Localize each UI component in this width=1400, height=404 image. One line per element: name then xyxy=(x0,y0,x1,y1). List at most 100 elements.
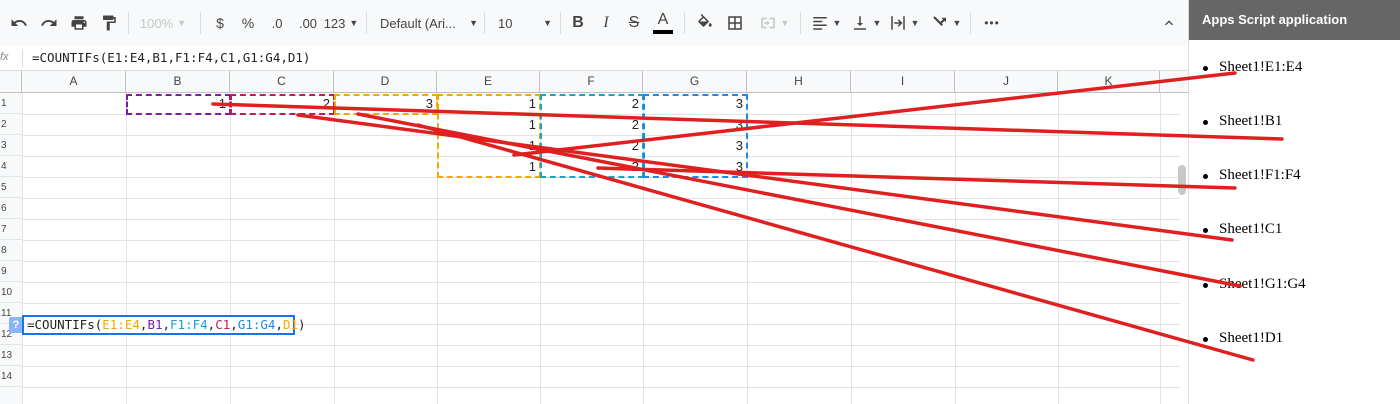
column-header-k[interactable]: K xyxy=(1058,71,1160,92)
zoom-select[interactable]: 100% ▼ xyxy=(134,8,192,38)
editor-function: =COUNTIFs( xyxy=(27,317,103,332)
select-all-corner[interactable] xyxy=(0,71,22,92)
spreadsheet-grid: ABCDEFGHIJK 1 2 3 4 5 6 7 8 9 10 11 12 13 14 12312312… xyxy=(0,71,1188,404)
formula-help-icon[interactable]: ? xyxy=(9,317,23,333)
editor-arg-criterion: B1 xyxy=(147,317,163,332)
increase-decimal-label: .00 xyxy=(298,15,318,31)
row-header-3[interactable]: 3 xyxy=(0,135,22,156)
row-header-7[interactable]: 7 xyxy=(0,219,22,240)
grid-row-line xyxy=(22,198,1180,199)
row-header-2[interactable]: 2 xyxy=(0,114,22,135)
increase-decimal-button[interactable]: .00 xyxy=(294,8,322,38)
row-header-8[interactable]: 8 xyxy=(0,240,22,261)
horizontal-align-icon[interactable]: ▼ xyxy=(808,8,844,38)
vertical-align-icon[interactable]: ▼ xyxy=(848,8,884,38)
row-header-14[interactable]: 14 xyxy=(0,366,22,387)
row-header-4[interactable]: 4 xyxy=(0,156,22,177)
column-header-b[interactable]: B xyxy=(126,71,230,92)
editor-arg-range: E1:E4 xyxy=(102,317,140,332)
grid-row-line xyxy=(22,387,1180,388)
toolbar: 100% ▼ $ % .0 .00 123 ▼ Default (Ari... … xyxy=(0,0,1188,47)
sidebar-item[interactable]: Sheet1!G1:G4 xyxy=(1203,276,1306,293)
toolbar-divider xyxy=(800,12,801,34)
number-format-label: 123 xyxy=(323,15,346,31)
percent-label: % xyxy=(241,15,255,31)
chevron-down-icon: ▼ xyxy=(832,18,842,28)
formula-input[interactable]: =COUNTIFs(E1:E4,B1,F1:F4,C1,G1:G4,D1) xyxy=(32,48,310,68)
row-header-6[interactable]: 6 xyxy=(0,198,22,219)
number-format-button[interactable]: 123 ▼ xyxy=(323,8,359,38)
bold-button[interactable]: B xyxy=(566,8,590,38)
column-headers: ABCDEFGHIJK xyxy=(0,71,1188,93)
grid-column-line xyxy=(955,93,956,404)
fx-icon: fx xyxy=(0,46,14,70)
print-icon[interactable] xyxy=(66,8,92,38)
text-wrap-icon[interactable]: ▼ xyxy=(886,8,922,38)
editor-arg-criterion: C1 xyxy=(215,317,231,332)
toolbar-divider xyxy=(128,12,129,34)
range-highlight-f1-f4 xyxy=(540,94,644,178)
chevron-down-icon: ▼ xyxy=(177,18,187,28)
range-highlight-c1 xyxy=(230,94,335,115)
sidebar-item[interactable]: Sheet1!F1:F4 xyxy=(1203,167,1301,184)
grid-column-line xyxy=(230,93,231,404)
cell-editor[interactable]: =COUNTIFs(E1:E4,B1,F1:F4,C1,G1:G4,D1) xyxy=(22,315,306,335)
row-header-9[interactable]: 9 xyxy=(0,261,22,282)
chevron-down-icon: ▼ xyxy=(469,18,478,28)
grid-row-line xyxy=(22,282,1180,283)
sidebar-item[interactable]: Sheet1!B1 xyxy=(1202,113,1282,130)
decrease-decimal-button[interactable]: .0 xyxy=(264,8,290,38)
sidebar-title: Apps Script application xyxy=(1189,0,1400,40)
editor-comma: , xyxy=(275,317,283,332)
font-select[interactable]: Default (Ari... ▼ xyxy=(380,8,478,38)
column-header-j[interactable]: J xyxy=(955,71,1058,92)
text-rotation-icon[interactable]: ▼ xyxy=(926,8,966,38)
sidebar-item[interactable]: Sheet1!C1 xyxy=(1202,221,1282,238)
italic-button[interactable]: I xyxy=(594,8,618,38)
grid-row-line xyxy=(22,345,1180,346)
fill-color-icon[interactable] xyxy=(692,8,718,38)
sidebar-item[interactable]: Sheet1!D1 xyxy=(1202,330,1283,347)
paint-format-icon[interactable] xyxy=(96,8,122,38)
row-header-1[interactable]: 1 xyxy=(0,93,22,114)
column-header-d[interactable]: D xyxy=(334,71,437,92)
editor-comma: , xyxy=(230,317,238,332)
range-highlight-g1-g4 xyxy=(643,94,748,178)
zoom-value: 100% xyxy=(139,15,174,31)
bold-label: B xyxy=(572,14,584,31)
font-size-select[interactable]: 10 ▼ xyxy=(498,8,552,38)
editor-arg-range: F1:F4 xyxy=(170,317,208,332)
more-options-button[interactable]: ••• xyxy=(978,8,1006,38)
sidebar-item[interactable]: Sheet1!E1:E4 xyxy=(1202,59,1302,76)
column-header-h[interactable]: H xyxy=(747,71,851,92)
percent-button[interactable]: % xyxy=(236,8,260,38)
column-header-e[interactable]: E xyxy=(437,71,540,92)
merge-cells-icon[interactable]: ▼ xyxy=(752,8,796,38)
text-color-button[interactable]: A xyxy=(650,8,676,38)
redo-icon[interactable] xyxy=(36,8,62,38)
row-header-5[interactable]: 5 xyxy=(0,177,22,198)
collapse-toolbar-icon[interactable] xyxy=(1156,8,1182,38)
column-header-f[interactable]: F xyxy=(540,71,643,92)
row-header-10[interactable]: 10 xyxy=(0,282,22,303)
column-header-i[interactable]: I xyxy=(851,71,955,92)
text-color-swatch xyxy=(653,30,673,34)
sidebar-panel: Apps Script application Sheet1!E1:E4 She… xyxy=(1188,0,1400,404)
strikethrough-button[interactable]: S xyxy=(622,8,646,38)
column-header-g[interactable]: G xyxy=(643,71,747,92)
toolbar-divider xyxy=(684,12,685,34)
range-highlight-d1 xyxy=(334,94,438,115)
column-header-a[interactable]: A xyxy=(22,71,126,92)
grid-column-line xyxy=(851,93,852,404)
undo-icon[interactable] xyxy=(6,8,32,38)
chevron-down-icon: ▼ xyxy=(349,18,359,28)
vertical-scrollbar[interactable] xyxy=(1178,165,1186,195)
editor-arg-criterion: D1 xyxy=(282,317,299,332)
editor-arg-range: G1:G4 xyxy=(237,317,276,332)
currency-button[interactable]: $ xyxy=(208,8,232,38)
borders-icon[interactable] xyxy=(722,8,748,38)
strikethrough-label: S xyxy=(628,14,640,31)
column-header-c[interactable]: C xyxy=(230,71,334,92)
row-header-13[interactable]: 13 xyxy=(0,345,22,366)
text-color-label: A xyxy=(657,11,669,28)
